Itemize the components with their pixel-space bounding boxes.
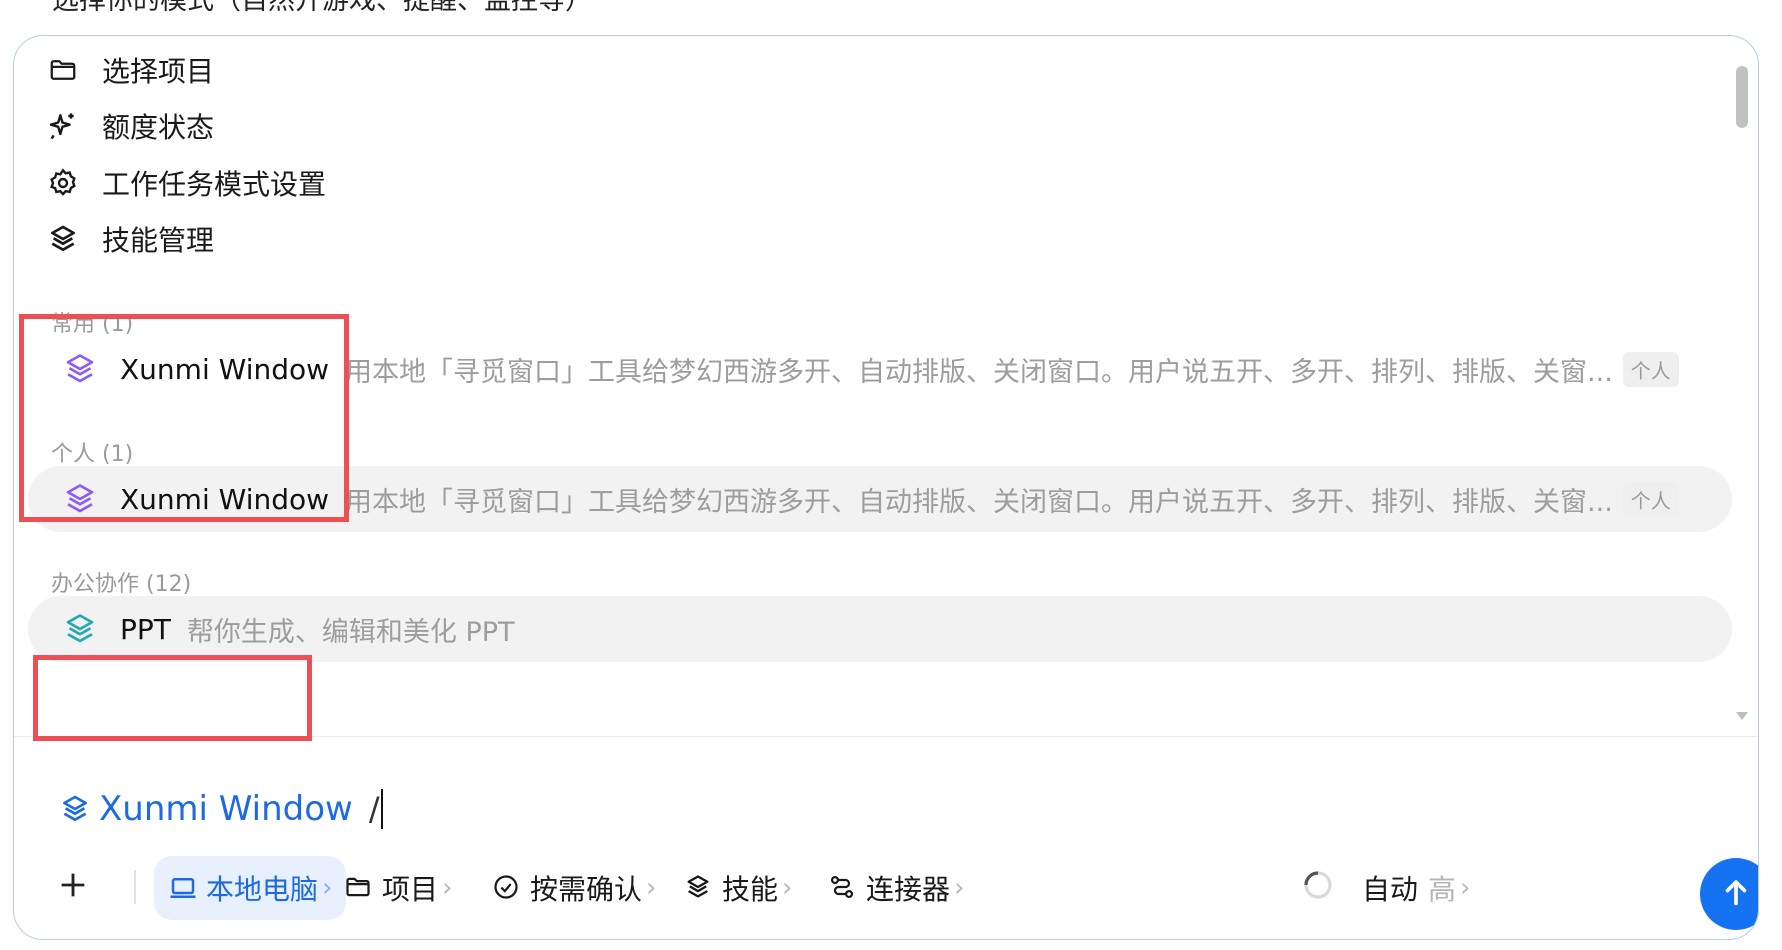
skill-layers-icon <box>62 351 98 387</box>
toolbar-divider <box>134 870 136 904</box>
gear-icon <box>46 166 80 200</box>
section-header-personal: 个人 (1) <box>51 442 134 467</box>
check-circle-icon <box>492 873 522 903</box>
add-button[interactable] <box>56 856 90 920</box>
model-level-button[interactable]: 自动 高 › <box>1362 856 1470 920</box>
skill-item-xunmi-window-personal[interactable]: Xunmi Window 用本地「寻觅窗口」工具给梦幻西游多开、自动排版、关闭窗… <box>28 466 1732 532</box>
truncated-prompt-text: 选择你的模式（自然开游戏、提醒、监控等） <box>52 0 592 16</box>
skill-item-ppt[interactable]: PPT 帮你生成、编辑和美化 PPT <box>28 596 1732 662</box>
skill-name: Xunmi Window <box>120 352 330 386</box>
chevron-right-icon: › <box>646 873 657 903</box>
message-input[interactable]: Xunmi Window / <box>59 781 383 837</box>
menu-item-select-project[interactable]: 选择项目 <box>46 42 214 98</box>
folder-icon <box>46 53 80 87</box>
composer-toolbar: 本地电脑 › 项目 › 按需确认 › 技能 › 连接器 › 自动 高 › <box>44 856 1758 930</box>
layers-icon <box>46 222 80 256</box>
connector-label: 连接器 <box>866 873 951 906</box>
chevron-right-icon: › <box>322 873 333 903</box>
command-panel: 选择项目 额度状态 工作任务模式设置 技能管理 常用 (1) Xunmi Win… <box>13 35 1759 940</box>
text-caret <box>380 789 383 829</box>
level-label: 高 <box>1428 873 1457 906</box>
laptop-icon <box>168 873 198 903</box>
selected-skill-chip[interactable]: Xunmi Window <box>59 789 353 829</box>
skill-name: PPT <box>120 612 171 646</box>
connector-icon <box>828 873 858 903</box>
local-computer-button[interactable]: 本地电脑 › <box>154 856 347 920</box>
skill-layers-icon <box>62 611 98 647</box>
chip-label: Xunmi Window <box>99 789 353 829</box>
skills-label: 技能 <box>722 873 779 906</box>
auto-label: 自动 <box>1362 873 1419 906</box>
connector-button[interactable]: 连接器 › <box>828 856 964 920</box>
menu-item-label: 工作任务模式设置 <box>102 168 327 201</box>
chevron-right-icon: › <box>782 873 793 903</box>
skill-item-xunmi-window-common[interactable]: Xunmi Window 用本地「寻觅窗口」工具给梦幻西游多开、自动排版、关闭窗… <box>28 336 1732 402</box>
skill-description: 用本地「寻觅窗口」工具给梦幻西游多开、自动排版、关闭窗口。用户说五开、多开、排列… <box>345 486 1613 518</box>
chevron-right-icon: › <box>442 873 453 903</box>
send-button[interactable] <box>1700 858 1758 930</box>
sparkle-icon <box>46 109 80 143</box>
project-label: 项目 <box>382 873 439 906</box>
confirm-mode-label: 按需确认 <box>530 873 643 906</box>
section-header-office: 办公协作 (12) <box>51 572 192 597</box>
spinner-icon <box>1302 869 1334 908</box>
menu-item-task-mode-settings[interactable]: 工作任务模式设置 <box>46 155 326 211</box>
command-menu: 选择项目 额度状态 工作任务模式设置 技能管理 常用 (1) Xunmi Win… <box>14 36 1758 737</box>
chevron-right-icon: › <box>1460 873 1471 903</box>
skill-layers-icon <box>62 481 98 517</box>
section-header-common: 常用 (1) <box>51 312 134 337</box>
typed-text: / <box>368 790 380 828</box>
menu-item-skill-management[interactable]: 技能管理 <box>46 211 214 267</box>
arrow-up-icon <box>1719 875 1753 913</box>
scrollbar-thumb[interactable] <box>1736 66 1748 128</box>
folder-icon <box>344 873 374 903</box>
skill-description: 帮你生成、编辑和美化 PPT <box>186 616 515 648</box>
layers-icon <box>684 873 714 903</box>
skill-tag: 个人 <box>1622 481 1679 517</box>
loading-indicator <box>1302 856 1334 920</box>
scroll-down-arrow[interactable] <box>1736 712 1748 720</box>
confirm-mode-button[interactable]: 按需确认 › <box>492 856 656 920</box>
skills-button[interactable]: 技能 › <box>684 856 792 920</box>
skill-layers-icon <box>59 793 91 825</box>
local-computer-label: 本地电脑 <box>206 873 319 906</box>
menu-item-label: 选择项目 <box>102 55 215 88</box>
skill-tag: 个人 <box>1622 351 1679 387</box>
chevron-right-icon: › <box>954 873 965 903</box>
menu-item-label: 技能管理 <box>102 224 215 257</box>
menu-item-quota-status[interactable]: 额度状态 <box>46 98 214 154</box>
project-button[interactable]: 项目 › <box>344 856 452 920</box>
plus-icon <box>56 868 90 909</box>
skill-name: Xunmi Window <box>120 482 330 516</box>
skill-description: 用本地「寻觅窗口」工具给梦幻西游多开、自动排版、关闭窗口。用户说五开、多开、排列… <box>345 356 1613 388</box>
menu-item-label: 额度状态 <box>102 111 215 144</box>
